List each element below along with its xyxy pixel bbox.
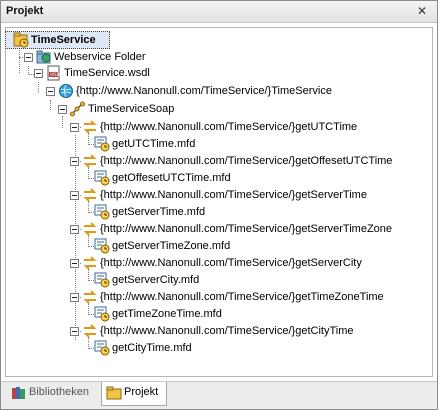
- svg-text:WSDL: WSDL: [50, 72, 62, 77]
- tree-node-label: {http://www.Nanonull.com/TimeService/}ge…: [100, 325, 354, 337]
- tree-connector: [50, 100, 51, 110]
- project-tree-pane: TimeService Webservice Folder WSDL TimeS…: [5, 27, 433, 377]
- mapping-file-icon: [94, 340, 110, 356]
- expand-toggle-wsdl[interactable]: [34, 69, 43, 78]
- tree-node-label: TimeService: [31, 34, 96, 46]
- close-icon[interactable]: ✕: [415, 4, 429, 18]
- tree-node-label: getServerTime.mfd: [112, 206, 206, 218]
- operation-icon: [82, 153, 98, 169]
- tree-node-label: getServerCity.mfd: [112, 274, 200, 286]
- expand-toggle-soap[interactable]: [58, 105, 67, 114]
- tree-node-label: {http://www.Nanonull.com/TimeService/}ge…: [100, 257, 362, 269]
- expand-toggle-operation[interactable]: [70, 293, 79, 302]
- tab-label: Projekt: [124, 386, 159, 398]
- tree-node-label: getServerTimeZone.mfd: [112, 240, 231, 252]
- project-window: Projekt ✕ TimeService Webservice Folder …: [0, 0, 438, 410]
- operation-icon: [82, 221, 98, 237]
- tree-node-label: TimeService.wsdl: [64, 67, 150, 79]
- expand-toggle-operation[interactable]: [70, 157, 79, 166]
- expand-toggle-folder[interactable]: [24, 53, 33, 62]
- tree-node-label: Webservice Folder: [54, 51, 146, 63]
- tab-bibliotheken[interactable]: Bibliotheken: [7, 382, 99, 404]
- tree-node-label: {http://www.Nanonull.com/TimeService/}Ti…: [76, 85, 332, 97]
- tree-node-label: {http://www.Nanonull.com/TimeService/}ge…: [100, 291, 384, 303]
- panel-tabbar: Bibliotheken Projekt: [1, 381, 437, 409]
- mapping-file-icon: [94, 136, 110, 152]
- libraries-icon: [11, 385, 27, 401]
- project-icon: [13, 32, 29, 48]
- tree-connector: [38, 82, 39, 93]
- tree-node-label: getUTCTime.mfd: [112, 138, 196, 150]
- expand-toggle-operation[interactable]: [70, 123, 79, 132]
- tree-connector: [62, 116, 63, 128]
- operation-icon: [82, 323, 98, 339]
- expand-toggle-operation[interactable]: [70, 259, 79, 268]
- mapping-file-icon: [94, 204, 110, 220]
- panel-titlebar: Projekt ✕: [1, 1, 437, 23]
- mapping-file-icon: [94, 306, 110, 322]
- tree-node-label: getOffesetUTCTime.mfd: [112, 172, 231, 184]
- tab-label: Bibliotheken: [29, 386, 89, 398]
- operation-icon: [82, 119, 98, 135]
- webservice-folder-icon: [36, 49, 52, 65]
- tree-node-label: {http://www.Nanonull.com/TimeService/}ge…: [100, 223, 393, 235]
- tree-node-label: {http://www.Nanonull.com/TimeService/}ge…: [100, 155, 393, 167]
- mapping-file-icon: [94, 238, 110, 254]
- operation-icon: [82, 187, 98, 203]
- tree-node-label: TimeServiceSoap: [88, 103, 175, 115]
- expand-toggle-operation[interactable]: [70, 225, 79, 234]
- expand-toggle-operation[interactable]: [70, 327, 79, 336]
- tree-node-label: getTimeZoneTime.mfd: [112, 308, 222, 320]
- operation-icon: [82, 255, 98, 271]
- tree-node-label: {http://www.Nanonull.com/TimeService/}ge…: [100, 121, 358, 133]
- globe-icon: [58, 83, 74, 99]
- tree-connector: [19, 48, 20, 73]
- tree-node-label: getCityTime.mfd: [112, 342, 192, 354]
- expand-toggle-operation[interactable]: [70, 191, 79, 200]
- project-folder-icon: [106, 385, 122, 401]
- operation-icon: [82, 289, 98, 305]
- wsdl-file-icon: WSDL: [46, 65, 63, 81]
- soap-port-icon: [70, 101, 86, 117]
- tab-projekt[interactable]: Projekt: [101, 382, 167, 406]
- expand-toggle-service[interactable]: [46, 87, 55, 96]
- panel-title: Projekt: [6, 5, 44, 17]
- tree-node-label: {http://www.Nanonull.com/TimeService/}ge…: [100, 189, 367, 201]
- project-tree: TimeService Webservice Folder WSDL TimeS…: [5, 28, 432, 376]
- mapping-file-icon: [94, 272, 110, 288]
- mapping-file-icon: [94, 170, 110, 186]
